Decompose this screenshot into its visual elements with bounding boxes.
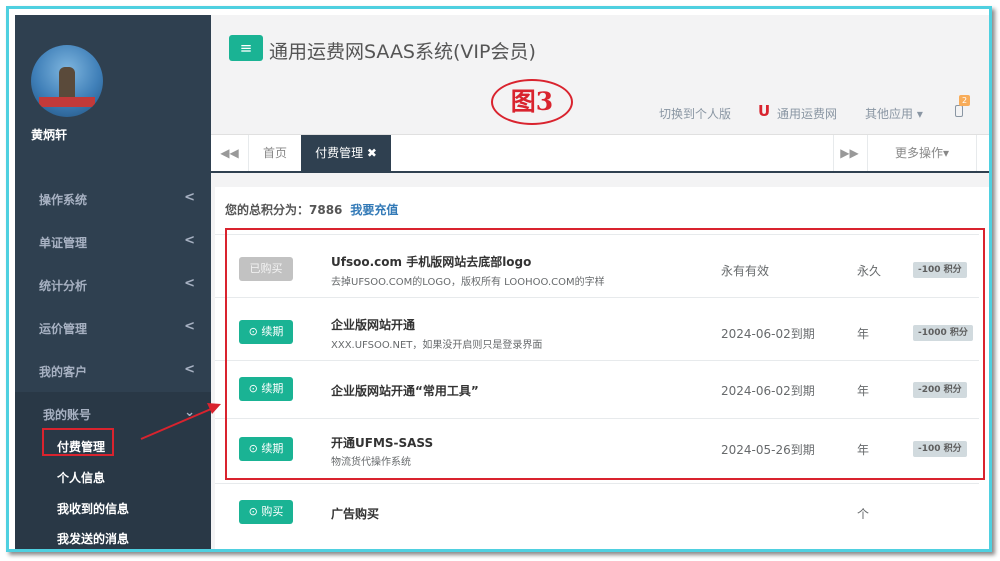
screenshot-frame: 黄炳轩 操作系统 < 单证管理 < 统计分析 < 运价管理 < 我的客户 < 我…	[6, 6, 992, 552]
chevron-left-icon: <	[184, 190, 195, 205]
sidebar: 黄炳轩 操作系统 < 单证管理 < 统计分析 < 运价管理 < 我的客户 < 我…	[15, 15, 211, 549]
user-name[interactable]: 黄炳轩	[31, 126, 67, 143]
chevron-left-icon: <	[184, 276, 195, 291]
sidebar-item-label: 统计分析	[39, 279, 88, 293]
sidebar-subitem-label: 我收到的信息	[57, 502, 130, 516]
highlight-box-billing	[42, 428, 114, 456]
menu-toggle-button[interactable]: ≡	[229, 35, 263, 61]
buy-button[interactable]: ⊙ 购买	[239, 500, 293, 524]
tab-scroll-left-icon[interactable]: ◀◀	[211, 135, 249, 171]
score-summary: 您的总积分为：7886 我要充值	[225, 201, 398, 218]
sidebar-subitem-sent[interactable]: 我发送的消息	[15, 522, 211, 549]
top-header: ≡ 通用运费网SAAS系统(VIP会员) 图3 切换到个人版 U 通用运费网 其…	[211, 15, 989, 135]
sidebar-item-label: 我的客户	[39, 365, 88, 379]
brand-logo-icon: U	[758, 102, 770, 120]
sidebar-subitem-label: 我发送的消息	[57, 532, 130, 546]
sidebar-subitem-profile[interactable]: 个人信息	[15, 461, 211, 491]
chevron-down-icon: ⌄	[184, 405, 195, 420]
chevron-left-icon: <	[184, 233, 195, 248]
profile-panel: 黄炳轩	[15, 15, 211, 165]
app-window: 黄炳轩 操作系统 < 单证管理 < 统计分析 < 运价管理 < 我的客户 < 我…	[15, 15, 989, 549]
item-unit: 个	[857, 507, 870, 521]
total-score: 您的总积分为：7886	[225, 203, 343, 217]
more-actions-dropdown[interactable]: 更多操作▾	[867, 135, 977, 171]
figure-label-annotation: 图3	[491, 79, 573, 125]
content-area: 您的总积分为：7886 我要充值 已购买 Ufsoo.com 手机版网站去底部lo…	[211, 175, 989, 549]
tab-scroll-right-icon[interactable]: ▶▶	[833, 135, 865, 171]
item-title: 广告购买	[331, 507, 380, 521]
sidebar-item-customers[interactable]: 我的客户 <	[15, 349, 211, 392]
sidebar-subitem-label: 个人信息	[57, 471, 106, 485]
tab-home[interactable]: 首页	[249, 135, 301, 171]
switch-personal-link[interactable]: 切换到个人版	[659, 105, 731, 122]
brand-link[interactable]: 通用运费网	[777, 105, 837, 122]
notification-badge: 2	[959, 95, 971, 106]
sidebar-item-label: 我的账号	[43, 408, 92, 422]
sidebar-item-statistics[interactable]: 统计分析 <	[15, 263, 211, 306]
brand-logo-letter: U	[758, 102, 771, 120]
chevron-left-icon: <	[184, 319, 195, 334]
sidebar-subitem-inbox[interactable]: 我收到的信息	[15, 492, 211, 522]
sidebar-item-label: 运价管理	[39, 322, 88, 336]
sidebar-item-label: 单证管理	[39, 236, 88, 250]
table-row: ⊙ 购买 广告购买 个	[215, 483, 979, 538]
other-apps-dropdown[interactable]: 其他应用 ▾	[865, 105, 923, 122]
tab-bar: ◀◀ 首页 付费管理 ✖ ▶▶ 更多操作▾	[211, 135, 989, 173]
sidebar-item-operation-system[interactable]: 操作系统 <	[15, 177, 211, 220]
sidebar-item-label: 操作系统	[39, 193, 88, 207]
sidebar-item-documents[interactable]: 单证管理 <	[15, 220, 211, 263]
main-area: ≡ 通用运费网SAAS系统(VIP会员) 图3 切换到个人版 U 通用运费网 其…	[211, 15, 989, 549]
billing-panel: 您的总积分为：7886 我要充值 已购买 Ufsoo.com 手机版网站去底部lo…	[215, 187, 989, 549]
avatar[interactable]	[31, 45, 103, 117]
page-title: 通用运费网SAAS系统(VIP会员)	[269, 41, 536, 63]
chevron-left-icon: <	[184, 362, 195, 377]
sidebar-item-rates[interactable]: 运价管理 <	[15, 306, 211, 349]
tab-billing[interactable]: 付费管理 ✖	[301, 135, 391, 171]
recharge-link[interactable]: 我要充值	[350, 203, 398, 217]
highlight-box-items	[225, 228, 985, 480]
